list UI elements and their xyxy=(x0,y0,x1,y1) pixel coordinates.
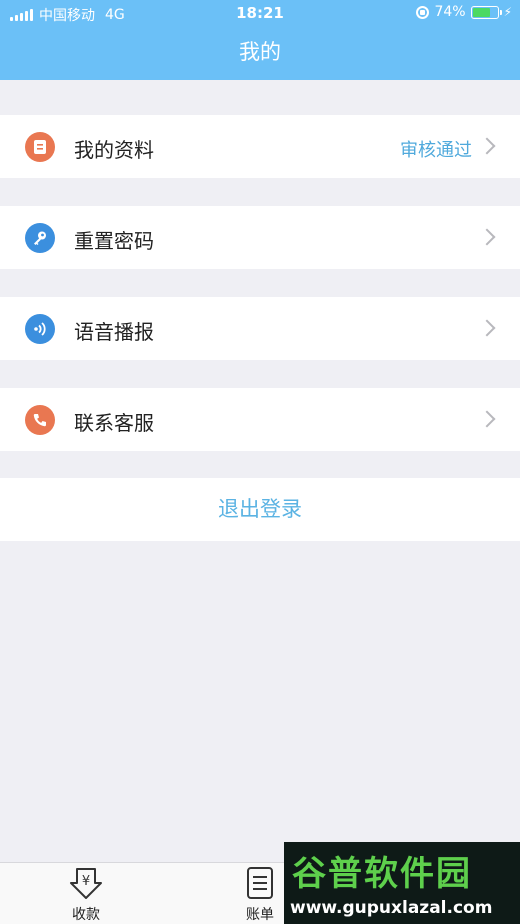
page-title: 我的 xyxy=(239,40,281,64)
status-right: 74% ⚡ xyxy=(416,4,512,20)
key-icon xyxy=(25,223,55,253)
phone-icon xyxy=(25,405,55,435)
chevron-right-icon xyxy=(478,319,496,337)
logout-button[interactable]: 退出登录 xyxy=(0,478,520,541)
battery-icon xyxy=(470,5,502,19)
svg-text:¥: ¥ xyxy=(82,874,90,889)
menu-item-label: 语音播报 xyxy=(74,320,154,344)
menu-item-label: 我的资料 xyxy=(74,138,154,162)
menu-item-label: 联系客服 xyxy=(74,411,154,435)
sound-wave-icon xyxy=(25,314,55,344)
menu-item-label: 重置密码 xyxy=(74,229,154,253)
menu-item-voice-broadcast[interactable]: 语音播报 xyxy=(0,297,520,360)
tab-collect[interactable]: ¥ 收款 xyxy=(46,863,126,924)
document-icon xyxy=(25,132,55,162)
tab-label: 收款 xyxy=(72,907,100,923)
bill-icon xyxy=(247,867,273,899)
menu-item-profile[interactable]: 我的资料 审核通过 xyxy=(0,115,520,178)
menu-item-reset-password[interactable]: 重置密码 xyxy=(0,206,520,269)
watermark-logo: 谷普软件园 www.gupuxlazal.com xyxy=(284,842,520,924)
watermark-url: www.gupuxlazal.com xyxy=(290,898,493,918)
watermark-text: 谷普软件园 xyxy=(292,854,472,894)
menu-item-contact-support[interactable]: 联系客服 xyxy=(0,388,520,451)
status-bar: 中国移动 4G 18:21 74% ⚡ xyxy=(0,0,520,26)
yen-download-icon: ¥ xyxy=(70,868,102,899)
top-header: 中国移动 4G 18:21 74% ⚡ 我的 xyxy=(0,0,520,80)
chevron-right-icon xyxy=(478,228,496,246)
battery-percent: 74% xyxy=(434,4,466,20)
rotation-lock-icon xyxy=(416,5,430,19)
chevron-right-icon xyxy=(478,137,496,155)
charging-icon: ⚡ xyxy=(503,5,512,19)
verification-status: 审核通过 xyxy=(400,140,472,161)
chevron-right-icon xyxy=(478,410,496,428)
